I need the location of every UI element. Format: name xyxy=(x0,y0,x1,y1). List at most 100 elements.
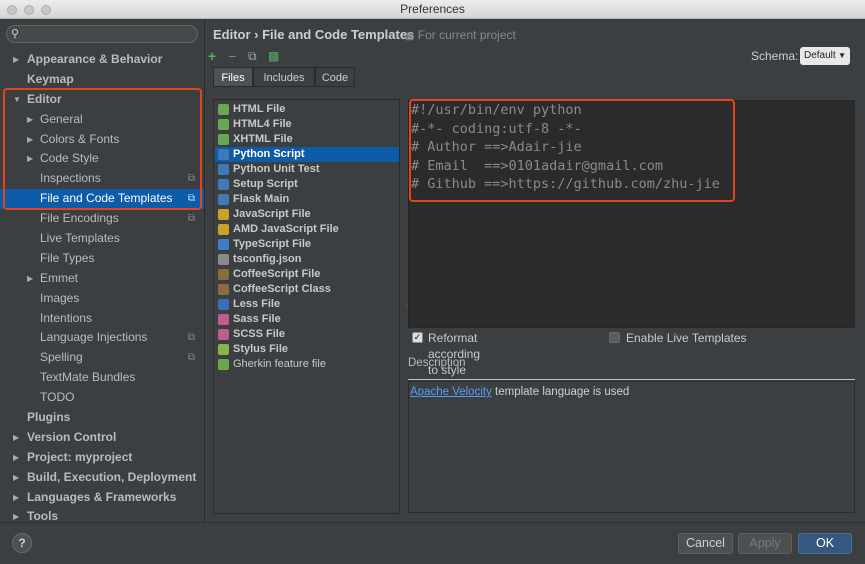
template-item-label: Python Unit Test xyxy=(233,163,320,175)
file-type-icon xyxy=(218,104,229,115)
template-item-label: HTML File xyxy=(233,103,286,115)
minimize-window-icon[interactable] xyxy=(24,5,34,15)
collapsed-arrow-icon[interactable]: ▶ xyxy=(13,468,19,488)
tree-item-appearance-behavior[interactable]: ▶ Appearance & Behavior xyxy=(0,50,204,70)
add-icon[interactable]: + xyxy=(208,48,216,64)
template-item-amd-javascript-file[interactable]: AMD JavaScript File xyxy=(215,222,399,237)
file-type-icon xyxy=(218,179,229,190)
collapsed-arrow-icon[interactable]: ▶ xyxy=(13,488,19,508)
template-item-python-unit-test[interactable]: Python Unit Test xyxy=(215,162,399,177)
file-type-icon xyxy=(218,344,229,355)
reset-icon[interactable]: ▩ xyxy=(268,48,279,64)
splitter-handle[interactable]: ⋮ xyxy=(403,300,411,309)
page-title: Editor › File and Code Templates xyxy=(213,27,415,42)
description-label: Description xyxy=(408,357,466,369)
template-item-html4-file[interactable]: HTML4 File xyxy=(215,117,399,132)
template-item-flask-main[interactable]: Flask Main xyxy=(215,192,399,207)
search-input[interactable]: ⚲ xyxy=(6,25,198,43)
dialog-footer xyxy=(0,522,865,564)
file-type-icon xyxy=(218,284,229,295)
apache-velocity-link[interactable]: Apache Velocity xyxy=(410,386,492,398)
file-type-icon xyxy=(218,134,229,145)
tree-item-label: File Encodings xyxy=(40,211,119,226)
tree-item-label: TODO xyxy=(40,390,75,405)
live-templates-label: Enable Live Templates xyxy=(626,331,747,345)
tree-item-label: Project: myproject xyxy=(27,449,133,464)
tree-item-textmate-bundles[interactable]: TextMate Bundles xyxy=(0,368,204,388)
template-item-coffeescript-file[interactable]: CoffeeScript File xyxy=(215,267,399,282)
template-item-coffeescript-class[interactable]: CoffeeScript Class xyxy=(215,282,399,297)
tree-item-emmet[interactable]: ▶ Emmet xyxy=(0,269,204,289)
template-item-label: Stylus File xyxy=(233,343,289,355)
tree-item-label: TextMate Bundles xyxy=(40,370,136,385)
collapsed-arrow-icon[interactable]: ▶ xyxy=(27,269,33,289)
template-item-stylus-file[interactable]: Stylus File xyxy=(215,342,399,357)
schema-label: Schema: xyxy=(751,49,799,63)
project-settings-icon: ⧉ xyxy=(187,332,195,344)
zoom-window-icon[interactable] xyxy=(41,5,51,15)
cancel-button[interactable]: Cancel xyxy=(678,533,733,554)
template-item-javascript-file[interactable]: JavaScript File xyxy=(215,207,399,222)
tree-item-keymap[interactable]: Keymap xyxy=(0,70,204,90)
tree-item-images[interactable]: Images xyxy=(0,289,204,309)
tree-item-label: File Types xyxy=(40,250,95,265)
template-item-label: CoffeeScript File xyxy=(233,268,321,280)
reformat-checkbox[interactable]: ✓ xyxy=(412,332,423,343)
tree-item-language-injections[interactable]: Language Injections ⧉ xyxy=(0,328,204,348)
collapsed-arrow-icon[interactable]: ▶ xyxy=(13,428,19,448)
tree-item-spelling[interactable]: Spelling ⧉ xyxy=(0,348,204,368)
tab-code[interactable]: Code xyxy=(315,67,355,87)
template-item-html-file[interactable]: HTML File xyxy=(215,102,399,117)
remove-icon[interactable]: − xyxy=(228,48,236,64)
collapsed-arrow-icon[interactable]: ▶ xyxy=(13,448,19,468)
tree-item-label: Emmet xyxy=(40,270,79,285)
tree-item-label: Images xyxy=(40,290,80,305)
tree-item-file-encodings[interactable]: File Encodings ⧉ xyxy=(0,209,204,229)
template-item-less-file[interactable]: Less File xyxy=(215,297,399,312)
tree-item-label: Keymap xyxy=(27,71,74,86)
file-type-icon xyxy=(218,269,229,280)
file-type-icon xyxy=(218,299,229,310)
template-item-label: HTML4 File xyxy=(233,118,292,130)
template-item-setup-script[interactable]: Setup Script xyxy=(215,177,399,192)
tree-item-todo[interactable]: TODO xyxy=(0,388,204,408)
help-button[interactable]: ? xyxy=(12,533,32,553)
apply-button[interactable]: Apply xyxy=(738,533,792,554)
copy-icon[interactable]: ⧉ xyxy=(248,48,257,64)
tree-item-file-types[interactable]: File Types xyxy=(0,249,204,269)
highlight-annotation xyxy=(3,88,202,210)
live-templates-checkbox[interactable] xyxy=(609,332,620,343)
template-item-sass-file[interactable]: Sass File xyxy=(215,312,399,327)
template-item-label: SCSS File xyxy=(233,328,285,340)
file-type-icon xyxy=(218,209,229,220)
tree-item-label: Live Templates xyxy=(40,231,120,246)
tree-item-label: Plugins xyxy=(27,410,71,425)
tree-item-languages-frameworks[interactable]: ▶ Languages & Frameworks xyxy=(0,488,204,508)
template-item-xhtml-file[interactable]: XHTML File xyxy=(215,132,399,147)
template-item-typescript-file[interactable]: TypeScript File xyxy=(215,237,399,252)
tree-item-project-myproject[interactable]: ▶ Project: myproject xyxy=(0,448,204,468)
tab-files[interactable]: Files xyxy=(213,67,253,87)
tree-item-intentions[interactable]: Intentions xyxy=(0,309,204,329)
template-item-python-script[interactable]: Python Script xyxy=(215,147,399,162)
tree-item-build-execution-deployment[interactable]: ▶ Build, Execution, Deployment xyxy=(0,468,204,488)
ok-button[interactable]: OK xyxy=(798,533,852,554)
tab-includes[interactable]: Includes xyxy=(253,67,315,87)
file-type-icon xyxy=(218,194,229,205)
title-bar: Preferences xyxy=(0,0,865,19)
tree-item-plugins[interactable]: Plugins xyxy=(0,408,204,428)
template-item-tsconfig-json[interactable]: tsconfig.json xyxy=(215,252,399,267)
template-item-gherkin-feature-file[interactable]: Gherkin feature file xyxy=(215,357,399,372)
reformat-label: Reformat according to style xyxy=(428,331,481,377)
file-type-icon xyxy=(218,314,229,325)
file-type-icon xyxy=(218,239,229,250)
schema-dropdown[interactable]: Default ▼ xyxy=(800,47,850,65)
template-item-label: Less File xyxy=(233,298,281,310)
close-window-icon[interactable] xyxy=(7,5,17,15)
tree-item-live-templates[interactable]: Live Templates xyxy=(0,229,204,249)
collapsed-arrow-icon[interactable]: ▶ xyxy=(13,50,19,70)
file-type-icon xyxy=(218,119,229,130)
tree-item-version-control[interactable]: ▶ Version Control xyxy=(0,428,204,448)
tree-item-label: Language Injections xyxy=(40,330,148,345)
template-item-scss-file[interactable]: SCSS File xyxy=(215,327,399,342)
